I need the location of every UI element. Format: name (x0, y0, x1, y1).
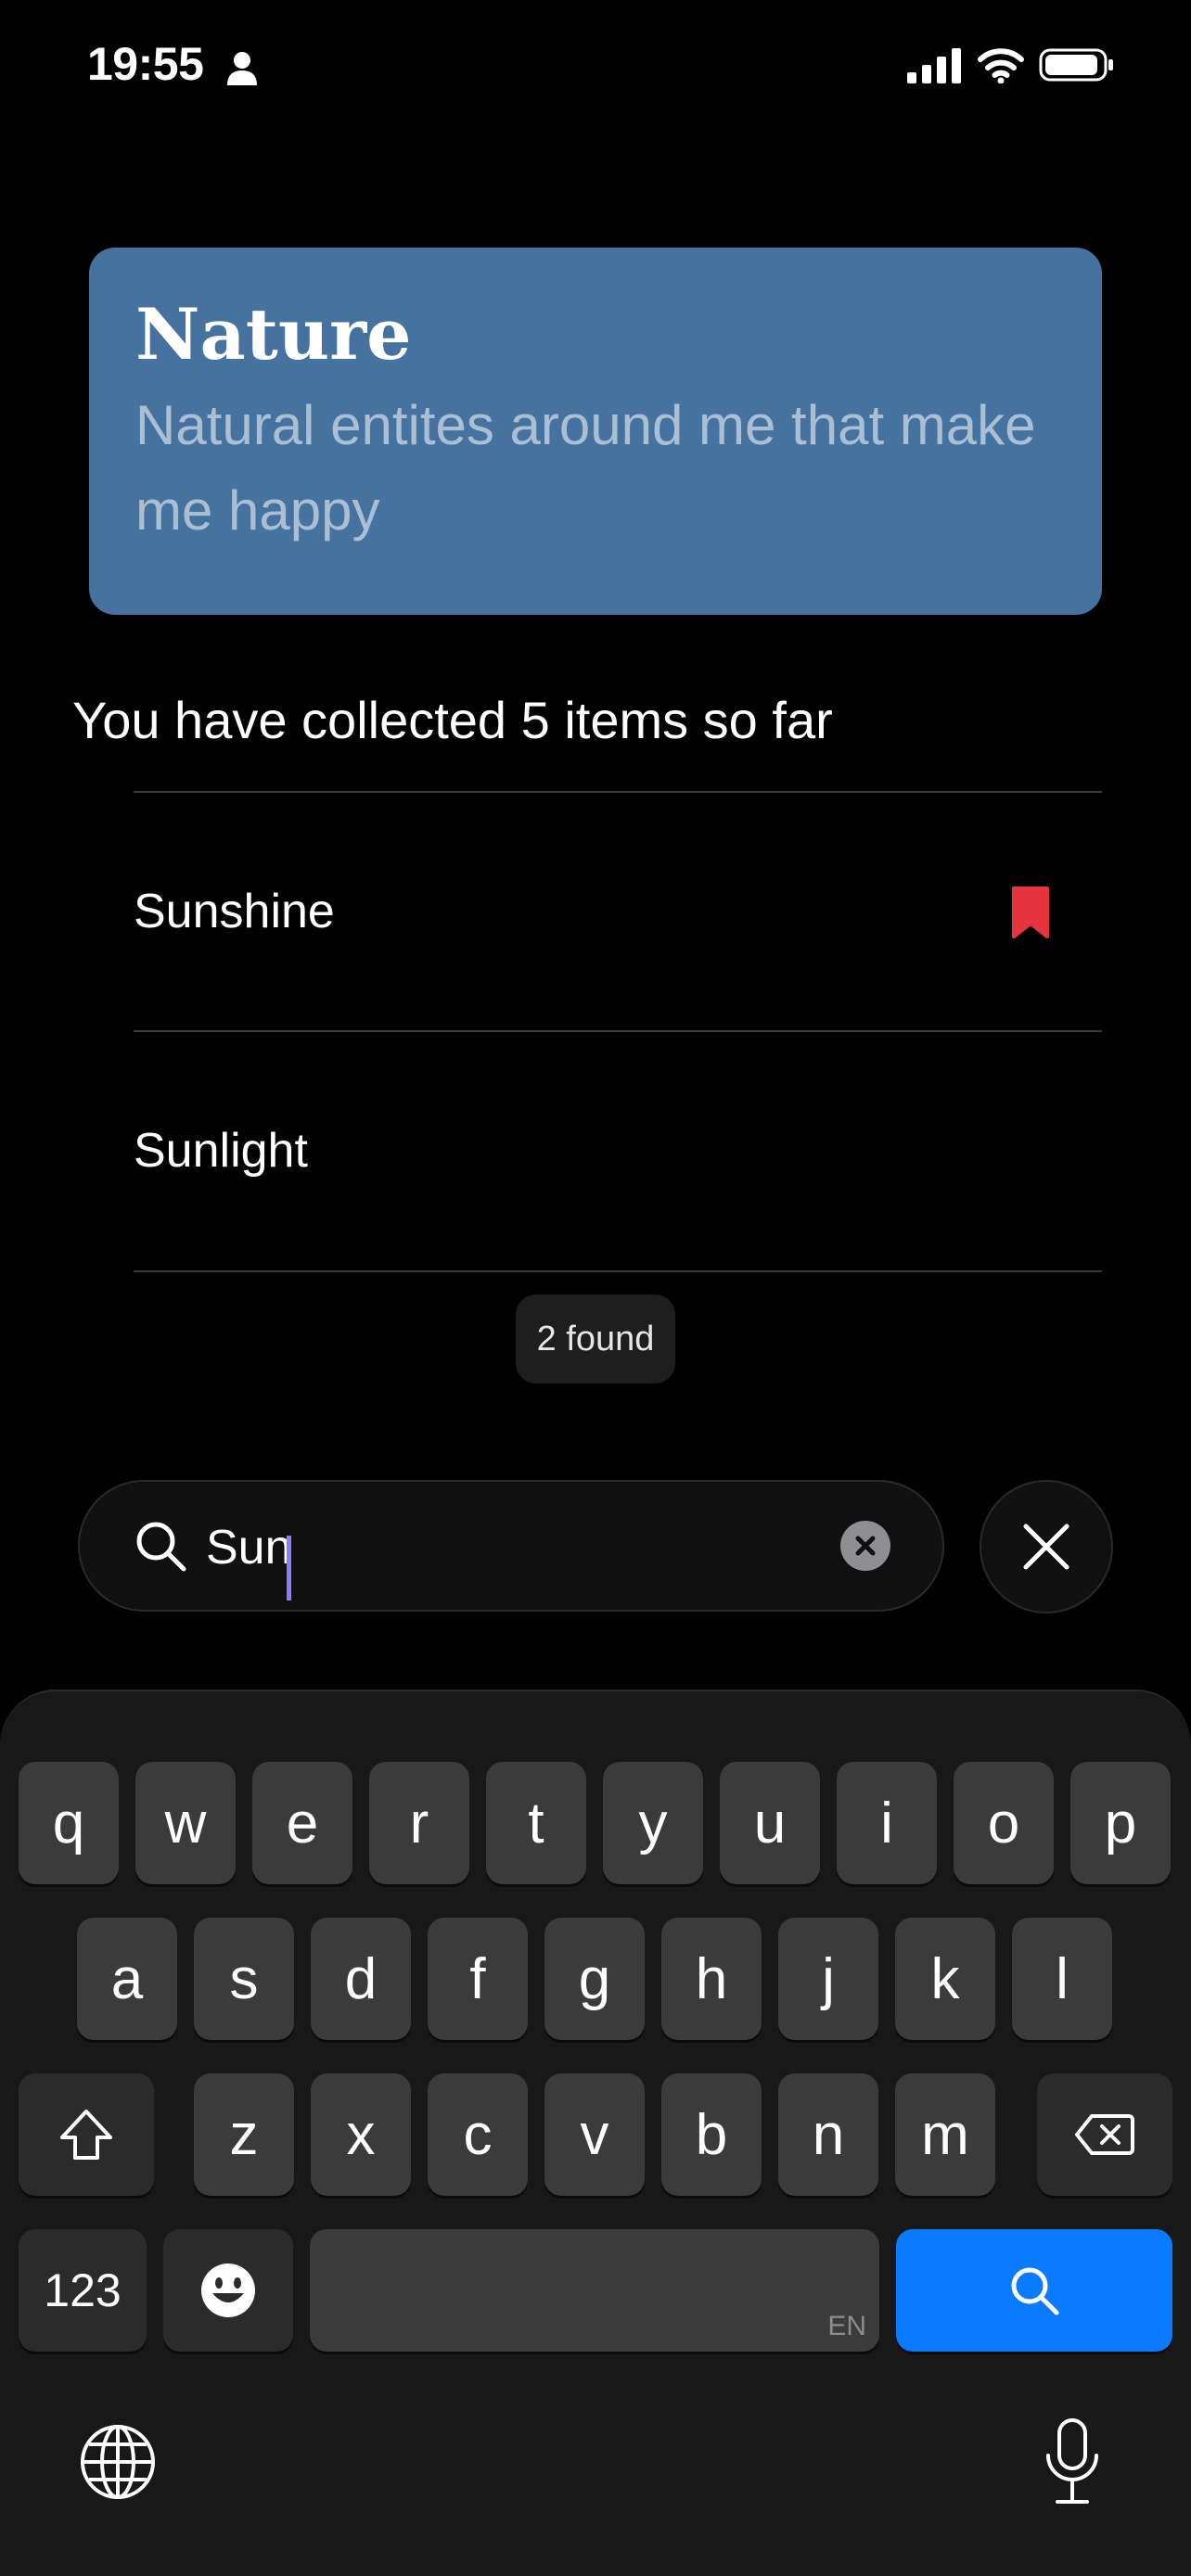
keyboard: q w e r t y u i o p a s d f g h j k l z … (0, 1690, 1191, 2576)
key-e[interactable]: e (252, 1762, 352, 1884)
collected-count-text: You have collected 5 items so far (72, 691, 833, 749)
list-item[interactable]: Sunshine (134, 793, 1102, 1030)
key-t[interactable]: t (486, 1762, 586, 1884)
shift-icon (60, 2110, 112, 2160)
key-o[interactable]: o (954, 1762, 1054, 1884)
collection-card: Nature Natural entites around me that ma… (89, 248, 1102, 615)
item-label: Sunshine (134, 885, 335, 938)
status-indicators (907, 46, 1115, 83)
search-icon (1011, 2267, 1059, 2315)
emoji-icon (201, 2264, 255, 2317)
key-d[interactable]: d (311, 1918, 411, 2040)
search-field[interactable]: Sun (78, 1480, 944, 1612)
close-icon (1023, 1524, 1069, 1570)
status-time: 19:55 (87, 38, 204, 90)
search-icon (136, 1522, 186, 1572)
key-g[interactable]: g (544, 1918, 645, 2040)
divider (134, 1270, 1102, 1272)
key-w[interactable]: w (135, 1762, 236, 1884)
backspace-key[interactable] (1037, 2073, 1172, 2196)
wifi-icon (978, 48, 1024, 83)
key-p[interactable]: p (1070, 1762, 1171, 1884)
clear-search-button[interactable] (840, 1521, 890, 1571)
collection-subtitle: Natural entites around me that make me h… (135, 394, 1036, 542)
collection-title: Nature (135, 293, 412, 376)
space-key[interactable]: EN (310, 2229, 879, 2352)
key-r[interactable]: r (369, 1762, 469, 1884)
key-i[interactable]: i (837, 1762, 937, 1884)
key-v[interactable]: v (544, 2073, 645, 2196)
globe-icon[interactable] (78, 2422, 158, 2502)
found-count-badge: 2 found (516, 1294, 675, 1384)
battery-icon (1039, 48, 1113, 82)
key-j[interactable]: j (778, 1918, 878, 2040)
key-z[interactable]: z (194, 2073, 294, 2196)
bookmark-icon[interactable] (1011, 886, 1050, 939)
search-input[interactable]: Sun (206, 1519, 292, 1576)
key-f[interactable]: f (428, 1918, 528, 2040)
key-b[interactable]: b (661, 2073, 762, 2196)
key-a[interactable]: a (77, 1918, 177, 2040)
cellular-signal-icon (907, 48, 961, 83)
key-m[interactable]: m (895, 2073, 995, 2196)
key-c[interactable]: c (428, 2073, 528, 2196)
keyboard-language-label: EN (827, 2311, 866, 2341)
clear-icon (855, 1536, 876, 1556)
backspace-icon (1075, 2114, 1134, 2155)
numbers-key[interactable]: 123 (19, 2229, 147, 2352)
emoji-key[interactable] (163, 2229, 293, 2352)
close-search-button[interactable] (980, 1480, 1113, 1613)
key-h[interactable]: h (661, 1918, 762, 2040)
key-k[interactable]: k (895, 1918, 995, 2040)
text-cursor (287, 1536, 291, 1600)
key-q[interactable]: q (19, 1762, 119, 1884)
key-n[interactable]: n (778, 2073, 878, 2196)
list-item[interactable]: Sunlight (134, 1032, 1102, 1269)
key-l[interactable]: l (1012, 1918, 1112, 2040)
key-y[interactable]: y (603, 1762, 703, 1884)
key-x[interactable]: x (311, 2073, 411, 2196)
shift-key[interactable] (19, 2073, 154, 2196)
microphone-icon[interactable] (1043, 2417, 1102, 2509)
item-label: Sunlight (134, 1124, 308, 1178)
person-icon (227, 52, 257, 85)
key-s[interactable]: s (194, 1918, 294, 2040)
key-u[interactable]: u (720, 1762, 820, 1884)
search-submit-key[interactable] (896, 2229, 1172, 2352)
